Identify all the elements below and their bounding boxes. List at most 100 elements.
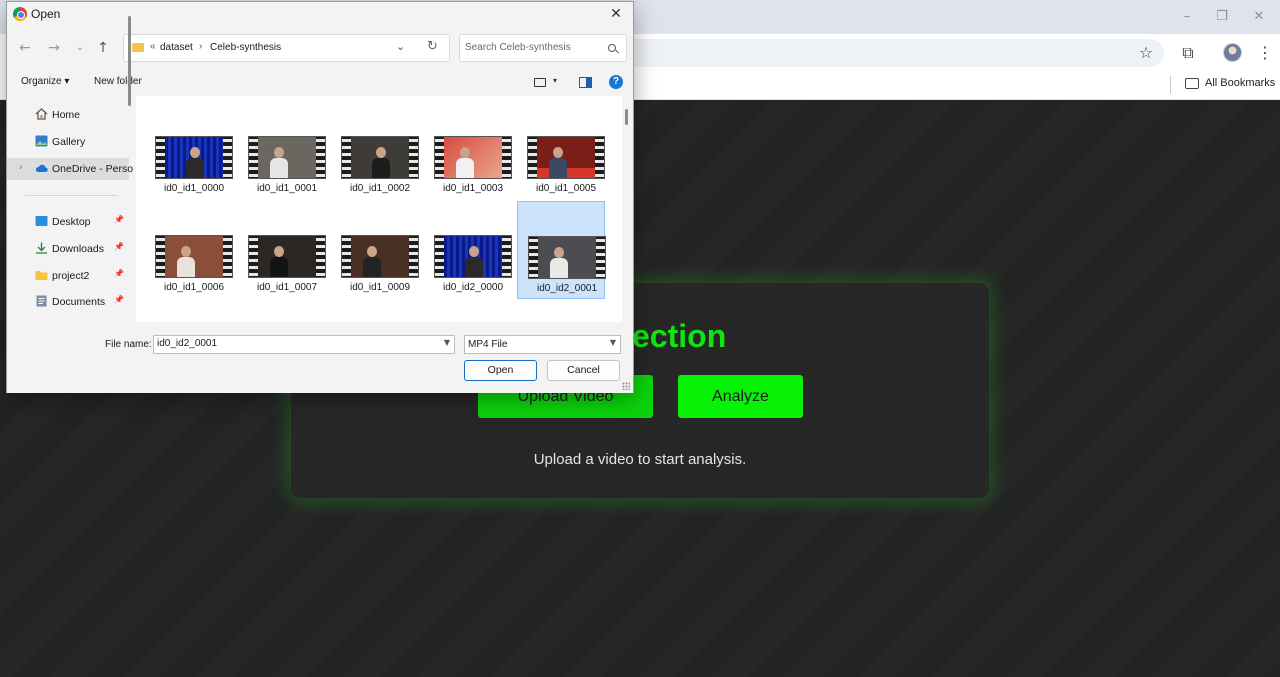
menu-icon[interactable]: ⋮ xyxy=(1254,42,1276,64)
preview-pane-icon[interactable] xyxy=(579,77,592,88)
command-bar: Organize ▾ New folder ▾ ? xyxy=(7,70,633,95)
close-window-icon[interactable]: ✕ xyxy=(1248,6,1270,28)
sidebar-item-home[interactable]: Home xyxy=(7,104,125,126)
file-name: id0_id1_0006 xyxy=(163,282,225,293)
video-thumbnail xyxy=(341,235,419,278)
organize-button[interactable]: Organize ▾ xyxy=(21,76,69,87)
overflow-chevron[interactable]: « xyxy=(150,41,156,52)
document-icon xyxy=(36,295,47,307)
file-name-combobox[interactable]: ▼ xyxy=(153,335,455,354)
sidebar-item-partial[interactable] xyxy=(7,318,125,322)
analyze-button[interactable]: Analyze xyxy=(678,375,803,418)
file-item[interactable]: id0_id2_0000 xyxy=(424,222,512,319)
cancel-button[interactable]: Cancel xyxy=(547,360,620,381)
file-name-input[interactable] xyxy=(157,338,427,349)
sidebar-item-desktop[interactable]: Desktop 📌 xyxy=(7,211,125,233)
desktop-icon xyxy=(35,216,48,226)
file-item[interactable]: id0_id1_0009 xyxy=(331,222,419,319)
file-item[interactable]: id0_id1_0003 xyxy=(424,123,512,220)
file-name: id0_id1_0003 xyxy=(442,183,504,194)
dialog-title: Open xyxy=(31,7,61,21)
video-thumbnail xyxy=(248,235,326,278)
sidebar-item-label: Documents xyxy=(52,296,106,308)
sidebar-item-label: Desktop xyxy=(52,216,91,228)
chevron-down-icon[interactable]: ▼ xyxy=(444,338,450,347)
new-folder-button[interactable]: New folder xyxy=(94,76,142,87)
resize-grip-icon[interactable] xyxy=(622,382,630,390)
breadcrumb-celeb-synthesis[interactable]: Celeb-synthesis xyxy=(210,42,281,53)
file-name: id0_id1_0000 xyxy=(163,183,225,194)
video-thumbnail xyxy=(434,136,512,179)
file-item[interactable]: id0_id1_0007 xyxy=(238,222,326,319)
chrome-app-icon xyxy=(13,7,27,21)
nav-scrollbar[interactable] xyxy=(128,16,131,106)
file-item[interactable]: id0_id1_0002 xyxy=(331,123,419,220)
back-arrow-icon[interactable]: ← xyxy=(15,38,35,58)
status-text: Upload a video to start analysis. xyxy=(533,451,747,468)
search-icon[interactable] xyxy=(608,44,616,52)
bookmarks-divider xyxy=(1170,76,1171,94)
bookmark-folder-icon[interactable] xyxy=(1185,78,1199,89)
sidebar-item-label: Home xyxy=(52,109,81,121)
sidebar-item-documents[interactable]: Documents 📌 xyxy=(7,291,125,313)
star-icon[interactable]: ☆ xyxy=(1135,42,1157,64)
breadcrumb-separator: › xyxy=(199,41,203,52)
chevron-down-icon[interactable]: ▼ xyxy=(610,338,616,347)
close-icon[interactable]: ✕ xyxy=(605,4,627,24)
file-name: id0_id1_0005 xyxy=(535,183,597,194)
video-thumbnail xyxy=(248,136,326,179)
search-input[interactable] xyxy=(465,42,595,53)
video-thumbnail xyxy=(155,136,233,179)
view-options-icon[interactable] xyxy=(534,78,546,87)
pin-icon[interactable]: 📌 xyxy=(114,242,124,251)
chevron-down-icon[interactable]: ⌄ xyxy=(396,40,405,53)
search-box[interactable] xyxy=(459,34,627,62)
folder-icon xyxy=(132,43,144,52)
pin-icon[interactable]: 📌 xyxy=(114,269,124,278)
folder-path-bar[interactable]: « dataset › Celeb-synthesis ⌄ ↻ xyxy=(123,34,450,62)
extensions-icon[interactable]: ⧉ xyxy=(1177,42,1199,64)
recent-dropdown-icon[interactable]: ⌄ xyxy=(70,38,90,58)
pin-icon[interactable]: 📌 xyxy=(114,295,124,304)
restore-icon[interactable]: ❐ xyxy=(1211,6,1233,28)
file-name-label: File name: xyxy=(105,339,152,350)
file-item-selected[interactable]: id0_id2_0001 xyxy=(517,201,606,299)
minimize-icon[interactable]: – xyxy=(1176,6,1198,28)
file-name: id0_id1_0009 xyxy=(349,282,411,293)
avatar[interactable] xyxy=(1223,43,1242,62)
download-icon xyxy=(36,242,47,254)
open-button[interactable]: Open xyxy=(464,360,537,381)
file-item[interactable]: id0_id1_0000 xyxy=(145,123,233,220)
file-item[interactable]: id0_id1_0006 xyxy=(145,222,233,319)
breadcrumb-dataset[interactable]: dataset xyxy=(160,42,193,53)
expand-chevron-icon[interactable]: › xyxy=(19,163,23,173)
file-type-select[interactable]: MP4 File ▼ xyxy=(464,335,621,354)
file-item[interactable]: id0_id1_0001 xyxy=(238,123,326,220)
sidebar-item-onedrive[interactable]: › OneDrive - Perso xyxy=(7,158,133,180)
file-name: id0_id1_0001 xyxy=(256,183,318,194)
video-thumbnail xyxy=(155,235,233,278)
view-caret-icon[interactable]: ▾ xyxy=(553,76,557,85)
up-arrow-icon[interactable]: ↑ xyxy=(93,38,113,58)
help-icon[interactable]: ? xyxy=(609,75,623,89)
sidebar-item-gallery[interactable]: Gallery xyxy=(7,131,125,153)
sidebar-item-label: Downloads xyxy=(52,243,104,255)
video-thumbnail xyxy=(434,235,512,278)
sidebar-item-label: project2 xyxy=(52,270,90,282)
video-thumbnail xyxy=(341,136,419,179)
forward-arrow-icon[interactable]: → xyxy=(44,38,64,58)
pin-icon[interactable]: 📌 xyxy=(114,215,124,224)
file-name: id0_id2_0000 xyxy=(442,282,504,293)
file-name: id0_id1_0007 xyxy=(256,282,318,293)
dialog-titlebar: Open ✕ xyxy=(7,2,633,26)
navigation-pane: Home Gallery › OneDrive - Perso Desktop … xyxy=(7,96,135,322)
all-bookmarks-link[interactable]: All Bookmarks xyxy=(1205,77,1275,89)
sidebar-item-project2[interactable]: project2 📌 xyxy=(7,265,125,287)
file-type-value: MP4 File xyxy=(468,339,508,350)
file-grid: id0_id1_0000 id0_id1_0001 id0_id1_0002 i… xyxy=(136,96,622,322)
address-bar[interactable] xyxy=(560,39,1164,67)
refresh-icon[interactable]: ↻ xyxy=(427,39,438,54)
sidebar-item-downloads[interactable]: Downloads 📌 xyxy=(7,238,125,260)
files-scrollbar[interactable] xyxy=(625,109,628,125)
nav-divider xyxy=(25,195,117,196)
